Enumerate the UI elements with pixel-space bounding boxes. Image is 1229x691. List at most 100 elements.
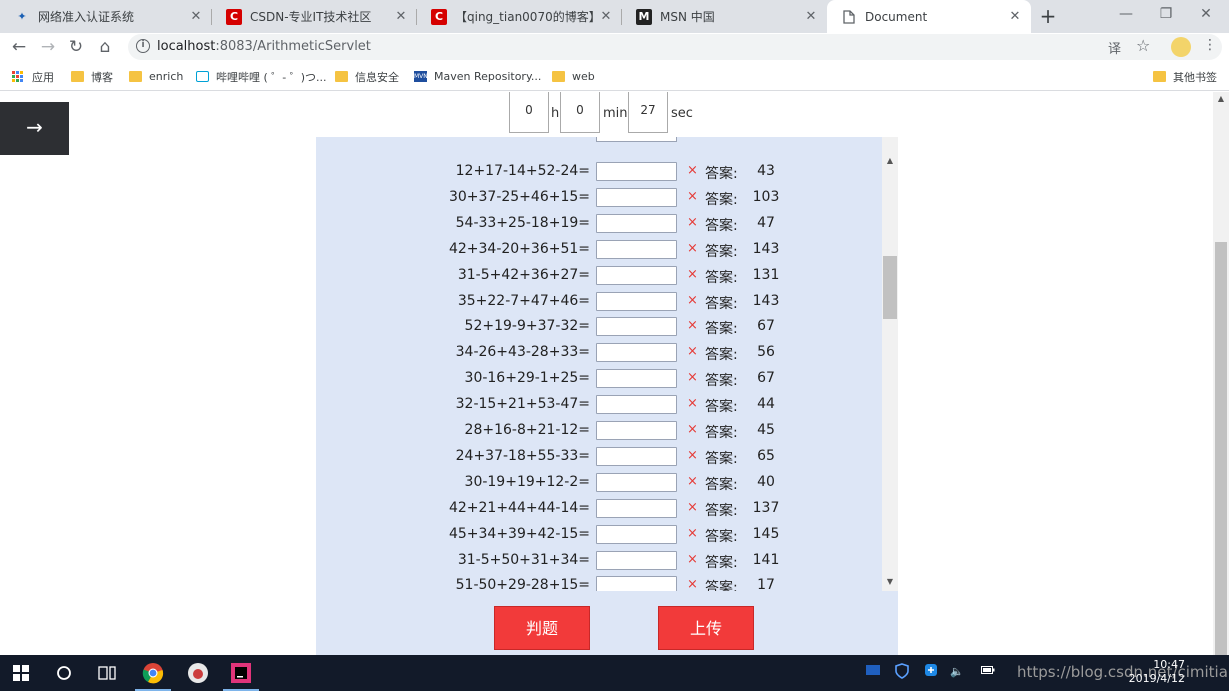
answer-input[interactable] — [596, 291, 677, 311]
windows-start-icon[interactable] — [0, 658, 42, 688]
question-expression: 45+34+39+42-15= — [448, 525, 590, 542]
tab-csdn[interactable]: C CSDN-专业IT技术社区 ✕ — [212, 0, 417, 33]
answer-input[interactable] — [596, 137, 677, 142]
answer-input[interactable] — [596, 498, 677, 518]
answer-input[interactable] — [596, 446, 677, 466]
translate-icon[interactable]: 译 — [1108, 38, 1121, 57]
scroll-up-icon[interactable]: ▲ — [882, 152, 898, 169]
wrong-mark-icon: × — [687, 525, 698, 541]
answer-input[interactable] — [596, 239, 677, 259]
question-row: 30+37-25+46+15= × 答案: 103 — [316, 185, 882, 211]
bookmark-web[interactable]: web — [552, 68, 595, 85]
close-tab-icon[interactable]: ✕ — [188, 9, 204, 24]
answer-input[interactable] — [596, 524, 677, 544]
question-row: 28+16-8+21-12= × 答案: 45 — [316, 418, 882, 444]
menu-icon[interactable]: ⋮ — [1203, 37, 1217, 53]
answer-input[interactable] — [596, 550, 677, 570]
answer-input[interactable] — [596, 162, 677, 181]
info-icon[interactable]: i — [136, 39, 150, 53]
profile-avatar[interactable] — [1171, 37, 1191, 57]
bookmark-star-icon[interactable]: ☆ — [1136, 36, 1150, 55]
judge-button[interactable]: 判题 — [494, 606, 590, 650]
task-view-icon[interactable] — [86, 658, 128, 688]
close-tab-icon[interactable]: ✕ — [598, 9, 614, 24]
bookmark-apps[interactable]: 应用 — [12, 68, 54, 85]
scroll-thumb[interactable] — [1215, 242, 1227, 655]
csdn-icon: C — [431, 8, 447, 25]
question-list[interactable]: 12+17-14+52-24= × 答案: 43 30+37-25+46+15= × 答案:… — [316, 137, 882, 591]
close-window-button[interactable]: ✕ — [1183, 0, 1229, 30]
close-tab-icon[interactable]: ✕ — [1007, 9, 1023, 24]
other-bookmarks[interactable]: 其他书签 — [1153, 68, 1217, 85]
scroll-thumb[interactable] — [883, 256, 897, 319]
scroll-down-icon[interactable]: ▼ — [882, 573, 898, 590]
answer-input[interactable] — [596, 343, 677, 363]
upload-button[interactable]: 上传 — [658, 606, 754, 650]
answer-label: 答案: — [705, 399, 738, 416]
tab-network-auth[interactable]: ✦ 网络准入认证系统 ✕ — [0, 0, 212, 33]
close-tab-icon[interactable]: ✕ — [393, 9, 409, 24]
answer-input[interactable] — [596, 421, 677, 440]
reload-button[interactable]: ↻ — [64, 35, 88, 59]
question-expression: 12+17-14+52-24= — [455, 163, 590, 179]
volume-icon[interactable]: 🔈 — [950, 665, 964, 678]
home-button[interactable]: ⌂ — [93, 35, 117, 59]
answer-input[interactable] — [596, 317, 677, 337]
tray-app-icon[interactable] — [866, 663, 880, 680]
address-bar[interactable]: i localhost:8083/ArithmeticServlet 译 ☆ ⋮ — [128, 34, 1222, 60]
question-expression: 51-50+29-28+15= — [455, 577, 590, 591]
question-expression: 31-5+50+31+34= — [457, 551, 590, 568]
wrong-mark-icon: × — [687, 396, 698, 412]
answer-input[interactable] — [596, 395, 677, 415]
answer-label: 答案: — [705, 450, 738, 467]
wrong-mark-icon: × — [687, 422, 698, 437]
question-row: 30-16+29-1+25= × 答案: 67 — [316, 366, 882, 392]
answer-input[interactable] — [596, 369, 677, 389]
wrong-mark-icon: × — [687, 318, 698, 334]
app-icon[interactable] — [177, 658, 219, 688]
shield-icon[interactable] — [895, 663, 909, 682]
quiz-panel: 12+17-14+52-24= × 答案: 43 30+37-25+46+15= × 答案:… — [316, 137, 898, 655]
network-icon[interactable] — [924, 663, 938, 680]
url-text[interactable]: localhost:8083/ArithmeticServlet — [157, 39, 371, 54]
bookmark-enrich[interactable]: enrich — [129, 68, 183, 85]
question-row: 54-33+25-18+19= × 答案: 47 — [316, 211, 882, 237]
question-row: 31-5+50+31+34= × 答案: 141 — [316, 548, 882, 574]
back-button[interactable]: ← — [7, 35, 31, 59]
tab-csdn-blog[interactable]: C 【qing_tian0070的博客】JSP ✕ — [417, 0, 622, 33]
battery-icon[interactable] — [981, 665, 995, 678]
page-scrollbar[interactable]: ▲ — [1213, 92, 1229, 655]
wrong-mark-icon: × — [687, 370, 698, 386]
answer-input[interactable] — [596, 213, 677, 233]
bookmark-blog[interactable]: 博客 — [71, 68, 113, 85]
folder-icon — [1153, 71, 1166, 82]
bookmark-infosec[interactable]: 信息安全 — [335, 68, 399, 85]
question-list-scrollbar[interactable]: ▲ ▼ — [882, 137, 898, 591]
question-expression: 35+22-7+47+46= — [457, 292, 590, 309]
system-clock[interactable]: 10:47 2019/4/12 — [1129, 658, 1185, 686]
bookmark-maven[interactable]: MVN Maven Repository... — [414, 68, 541, 85]
intellij-icon[interactable] — [220, 658, 262, 691]
chrome-icon[interactable] — [132, 658, 174, 691]
answer-input[interactable] — [596, 472, 677, 492]
answer-label: 答案: — [705, 502, 738, 519]
tab-msn[interactable]: M MSN 中国 ✕ — [622, 0, 827, 33]
question-expression: 42+34-20+36+51= — [448, 240, 590, 257]
answer-input[interactable] — [596, 265, 677, 285]
answer-input[interactable] — [596, 576, 677, 591]
minutes-label: min — [603, 106, 628, 121]
wrong-mark-icon: × — [687, 240, 698, 256]
search-icon[interactable] — [43, 658, 85, 688]
tab-document[interactable]: Document ✕ — [827, 0, 1031, 33]
answer-input[interactable] — [596, 187, 677, 207]
answer-label: 答案: — [705, 217, 738, 234]
question-expression: 34-26+43-28+33= — [455, 344, 590, 361]
close-tab-icon[interactable]: ✕ — [803, 9, 819, 24]
question-expression: 28+16-8+21-12= — [464, 422, 590, 438]
new-tab-button[interactable]: + — [1036, 4, 1060, 28]
scroll-up-icon[interactable]: ▲ — [1213, 94, 1229, 103]
correct-answer: 40 — [757, 473, 775, 490]
forward-button[interactable]: → — [36, 35, 60, 59]
bookmark-bilibili[interactable]: 哔哩哔哩 ( ゜- ゜)つ... — [196, 68, 327, 85]
correct-answer: 17 — [757, 577, 775, 591]
